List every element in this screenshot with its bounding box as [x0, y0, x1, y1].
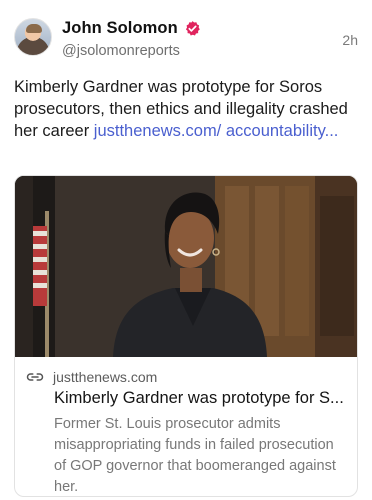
author-name-row: John Solomon [62, 19, 201, 38]
post-text: Kimberly Gardner was prototype for Soros… [14, 76, 354, 142]
link-title[interactable]: Kimberly Gardner was prototype for S... [54, 389, 347, 408]
author-handle[interactable]: @jsolomonreports [62, 43, 180, 59]
post-link[interactable]: justthenews.com/ accountability... [94, 122, 339, 140]
link-preview-card[interactable]: justthenews.com Kimberly Gardner was pro… [14, 175, 358, 497]
link-preview-image[interactable] [15, 176, 357, 357]
link-domain-row: justthenews.com [26, 369, 157, 385]
post[interactable]: John Solomon @jsolomonreports 2h Kimberl… [0, 0, 372, 500]
post-timestamp[interactable]: 2h [342, 32, 358, 48]
link-icon [26, 373, 44, 381]
post-header: John Solomon @jsolomonreports 2h [14, 14, 358, 64]
avatar-hair [26, 24, 42, 33]
link-domain: justthenews.com [53, 369, 158, 385]
verified-badge-icon [185, 21, 200, 36]
link-preview-body: justthenews.com Kimberly Gardner was pro… [15, 358, 357, 496]
photo-woman-courtroom [15, 176, 357, 357]
link-description: Former St. Louis prosecutor admits misap… [54, 416, 336, 495]
author-avatar[interactable] [14, 18, 52, 56]
author-name[interactable]: John Solomon [62, 19, 178, 38]
